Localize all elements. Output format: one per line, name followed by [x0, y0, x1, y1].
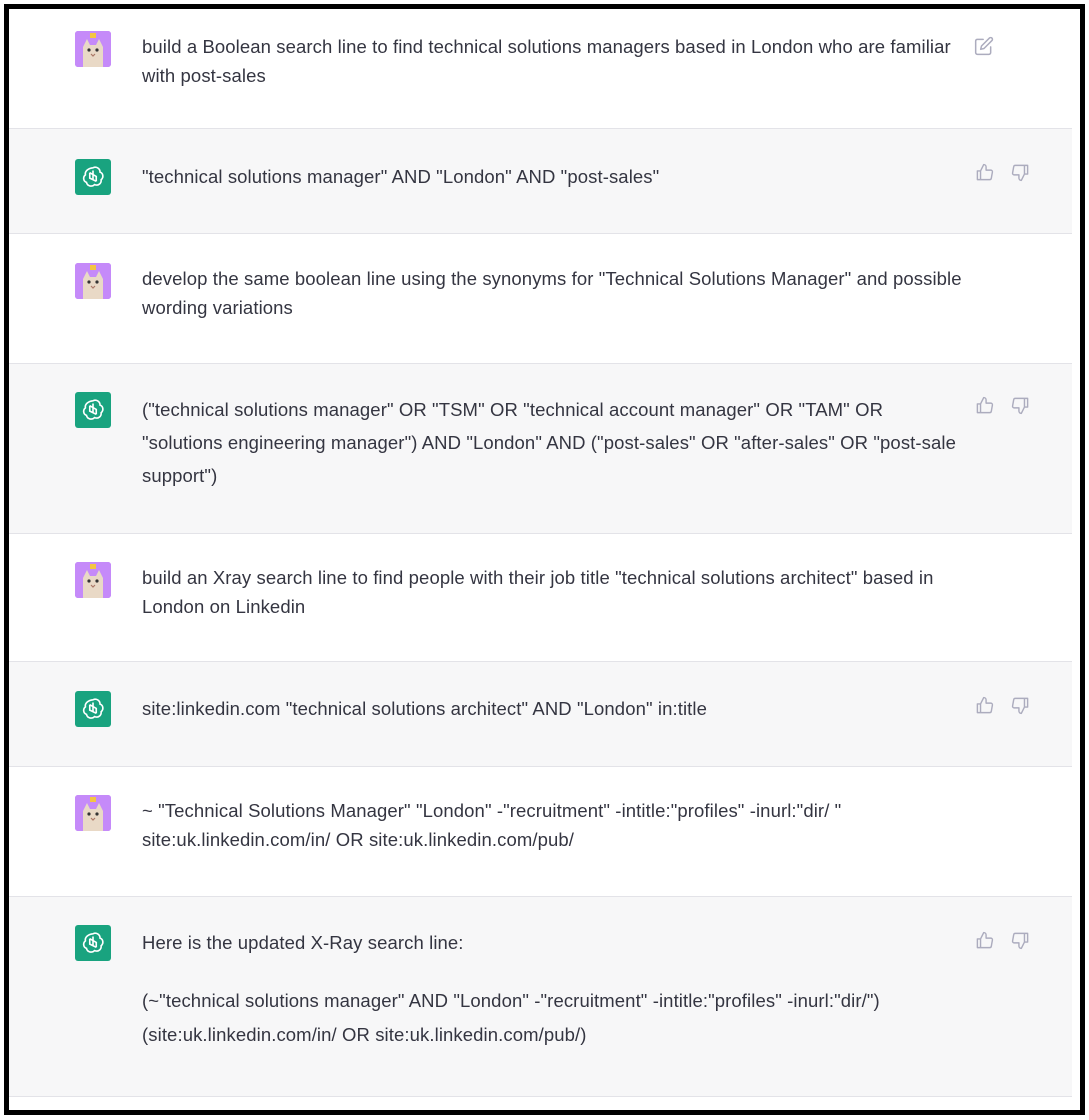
user-avatar — [75, 795, 111, 831]
feedback-actions — [975, 396, 1030, 415]
message-text: ~ "Technical Solutions Manager" "London"… — [142, 800, 842, 850]
message-text: "technical solutions manager" AND "Londo… — [142, 166, 660, 187]
user-avatar — [75, 562, 111, 598]
thumbs-down-icon[interactable] — [1011, 396, 1030, 415]
message-row-user: build a Boolean search line to find tech… — [9, 9, 1072, 129]
message-text: ("technical solutions manager" OR "TSM" … — [142, 399, 957, 486]
message-text: build an Xray search line to find people… — [142, 567, 934, 617]
message-row-assistant: "technical solutions manager" AND "Londo… — [9, 129, 1072, 234]
thumbs-down-icon[interactable] — [1011, 931, 1030, 950]
edit-icon[interactable] — [974, 36, 994, 56]
message-text: build a Boolean search line to find tech… — [142, 36, 951, 86]
thumbs-up-icon[interactable] — [975, 696, 994, 715]
user-avatar — [75, 31, 111, 67]
user-avatar — [75, 263, 111, 299]
thumbs-up-icon[interactable] — [975, 163, 994, 182]
message-row-user: develop the same boolean line using the … — [9, 234, 1072, 364]
thumbs-up-icon[interactable] — [975, 931, 994, 950]
message-text: Here is the updated X-Ray search line: — [142, 932, 464, 953]
message-row-user: build an Xray search line to find people… — [9, 534, 1072, 662]
chat-window: build a Boolean search line to find tech… — [4, 4, 1085, 1115]
message-text: site:linkedin.com "technical solutions a… — [142, 698, 708, 719]
message-row-user: ~ "Technical Solutions Manager" "London"… — [9, 767, 1072, 897]
message-text: develop the same boolean line using the … — [142, 268, 962, 318]
thumbs-down-icon[interactable] — [1011, 696, 1030, 715]
assistant-avatar — [75, 925, 111, 961]
message-code-line: (~"technical solutions manager" AND "Lon… — [142, 990, 880, 1045]
assistant-avatar — [75, 159, 111, 195]
message-row-assistant: ("technical solutions manager" OR "TSM" … — [9, 364, 1072, 534]
feedback-actions — [975, 163, 1030, 182]
assistant-avatar — [75, 691, 111, 727]
thumbs-down-icon[interactable] — [1011, 163, 1030, 182]
message-body: Here is the updated X-Ray search line: (… — [142, 928, 962, 1052]
message-row-assistant: Here is the updated X-Ray search line: (… — [9, 897, 1072, 1097]
assistant-avatar — [75, 392, 111, 428]
thumbs-up-icon[interactable] — [975, 396, 994, 415]
message-row-assistant: site:linkedin.com "technical solutions a… — [9, 662, 1072, 767]
feedback-actions — [975, 696, 1030, 715]
feedback-actions — [975, 931, 1030, 950]
